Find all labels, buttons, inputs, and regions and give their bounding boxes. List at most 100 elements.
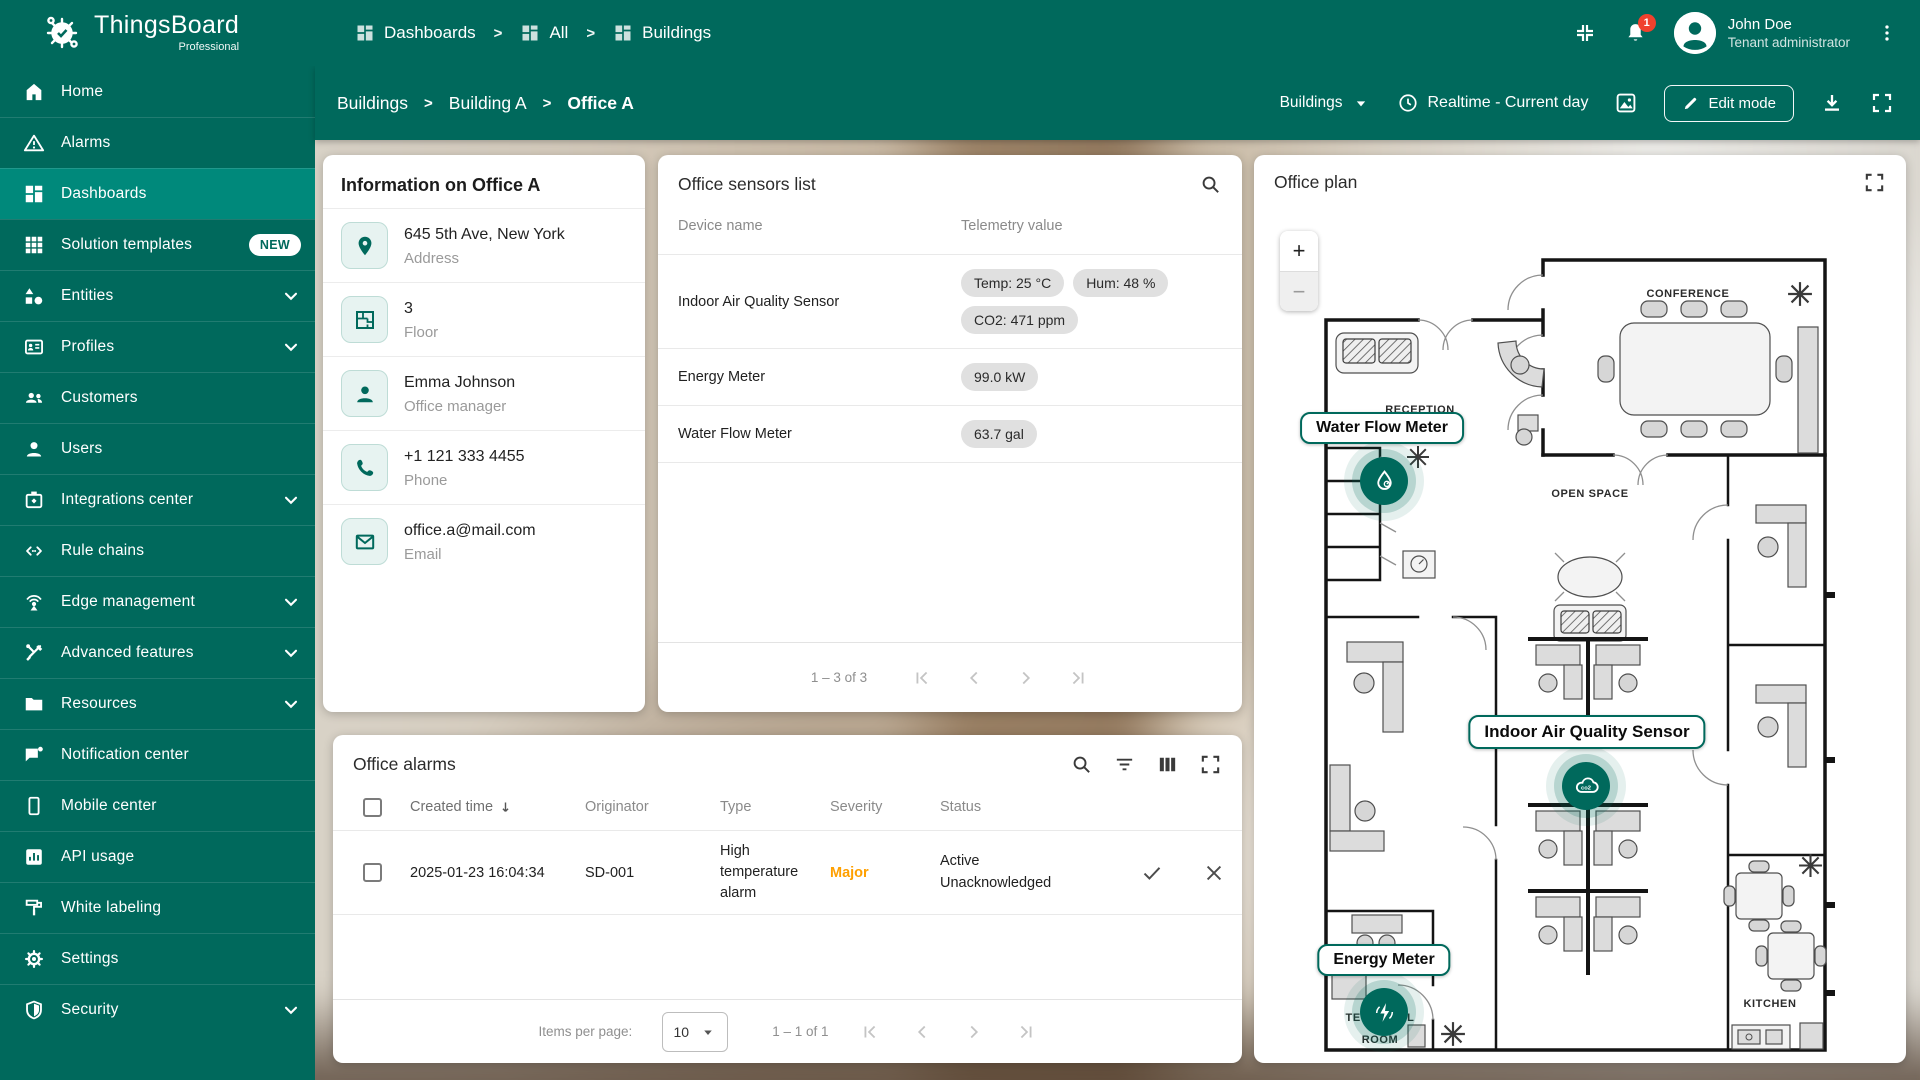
table-row[interactable]: Water Flow Meter 63.7 gal (658, 405, 1242, 463)
breadcrumb-dashboards[interactable]: Dashboards (355, 23, 476, 43)
marker-label-indoor-air-quality-sensor[interactable]: Indoor Air Quality Sensor (1468, 715, 1705, 749)
export-dashboard-button[interactable] (1820, 91, 1844, 115)
sensors-list-widget: Office sensors list Device name Telemetr… (658, 155, 1242, 712)
sidebar-item-solution-templates[interactable]: Solution templates NEW (0, 219, 315, 270)
phone-label: Phone (404, 472, 525, 489)
search-button[interactable] (1070, 753, 1093, 776)
sidebar-item-integrations-center[interactable]: Integrations center (0, 474, 315, 525)
breadcrumb: Dashboards > All > Buildings (355, 23, 711, 43)
chevron-down-icon (281, 592, 301, 612)
sidebar-item-users[interactable]: Users (0, 423, 315, 474)
fullscreen-button[interactable] (1870, 91, 1894, 115)
sidebar-item-home[interactable]: Home (0, 66, 315, 117)
water-drop-icon (1371, 468, 1398, 495)
marker-energy-meter[interactable] (1360, 988, 1408, 1036)
sidebar-item-edge-management[interactable]: Edge management (0, 576, 315, 627)
last-page-icon[interactable] (1067, 667, 1089, 689)
sidebar-item-rule-chains[interactable]: Rule chains (0, 525, 315, 576)
column-severity[interactable]: Severity (830, 799, 940, 815)
chevron-down-icon (281, 643, 301, 663)
filter-button[interactable] (1113, 753, 1136, 776)
notification-badge: 1 (1638, 14, 1656, 32)
widget-title: Office sensors list (678, 174, 816, 195)
dashboard-icon (613, 23, 633, 43)
sidebar-item-dashboards[interactable]: Dashboards (0, 168, 315, 219)
floor-value: 3 (404, 299, 438, 319)
breadcrumb-buildings[interactable]: Buildings (613, 23, 711, 43)
search-button[interactable] (1199, 173, 1222, 196)
edit-mode-button[interactable]: Edit mode (1664, 85, 1794, 122)
fullscreen-exit-icon (1573, 21, 1597, 45)
marker-indoor-air-quality-sensor[interactable]: co2 (1562, 762, 1610, 810)
new-badge: NEW (249, 234, 301, 256)
zoom-in-button[interactable]: + (1280, 231, 1318, 271)
chevron-down-icon (281, 286, 301, 306)
telemetry-chip: 63.7 gal (961, 420, 1037, 448)
floor-label: Floor (404, 324, 438, 341)
column-created-time[interactable]: Created time (410, 799, 493, 815)
collapse-view-button[interactable] (1573, 21, 1597, 45)
sidebar-item-api-usage[interactable]: API usage (0, 831, 315, 882)
entity-selector[interactable]: Buildings (1280, 93, 1371, 113)
sidebar-item-mobile-center[interactable]: Mobile center (0, 780, 315, 831)
sidebar-item-settings[interactable]: Settings (0, 933, 315, 984)
api-chart-icon (23, 846, 45, 868)
zoom-out-button[interactable]: − (1280, 271, 1318, 311)
home-icon (23, 81, 45, 103)
acknowledge-alarm-icon[interactable] (1140, 861, 1164, 885)
items-per-page-select[interactable]: 10 (662, 1012, 728, 1052)
expand-widget-button[interactable] (1199, 753, 1222, 776)
breadcrumb-building-a-link[interactable]: Building A (449, 93, 527, 114)
breadcrumb-all[interactable]: All (520, 23, 568, 43)
previous-page-icon[interactable] (911, 1021, 933, 1043)
row-checkbox[interactable] (363, 863, 382, 882)
last-page-icon[interactable] (1015, 1021, 1037, 1043)
sidebar-item-profiles[interactable]: Profiles (0, 321, 315, 372)
next-page-icon[interactable] (1015, 667, 1037, 689)
table-row[interactable]: Indoor Air Quality Sensor Temp: 25 °C Hu… (658, 254, 1242, 348)
telemetry-chip: CO2: 471 ppm (961, 306, 1078, 334)
dashboard-image-button[interactable] (1614, 91, 1638, 115)
sidebar-item-alarms[interactable]: Alarms (0, 117, 315, 168)
previous-page-icon[interactable] (963, 667, 985, 689)
table-row[interactable]: Energy Meter 99.0 kW (658, 348, 1242, 405)
column-originator[interactable]: Originator (585, 799, 720, 815)
sidebar-item-white-labeling[interactable]: White labeling (0, 882, 315, 933)
first-page-icon[interactable] (911, 667, 933, 689)
sidebar-item-security[interactable]: Security (0, 984, 315, 1035)
location-pin-icon (353, 234, 377, 258)
notifications-button[interactable]: 1 (1623, 21, 1648, 46)
marker-label-energy-meter[interactable]: Energy Meter (1317, 944, 1450, 976)
paginator: 1 – 3 of 3 (658, 642, 1242, 712)
timewindow-button[interactable]: Realtime - Current day (1397, 92, 1589, 114)
marker-label-water-flow-meter[interactable]: Water Flow Meter (1300, 412, 1464, 444)
sidebar: Home Alarms Dashboards Solution template… (0, 66, 315, 1080)
sidebar-item-customers[interactable]: Customers (0, 372, 315, 423)
user-menu[interactable]: John Doe Tenant administrator (1674, 12, 1850, 54)
alarms-widget: Office alarms Created time Originator Ty… (333, 735, 1242, 1063)
column-type[interactable]: Type (720, 799, 830, 815)
first-page-icon[interactable] (859, 1021, 881, 1043)
address-label: Address (404, 250, 565, 267)
select-all-checkbox[interactable] (363, 798, 382, 817)
alarm-row[interactable]: 2025-01-23 16:04:34 SD-001 High temperat… (333, 830, 1242, 915)
breadcrumb-buildings-link[interactable]: Buildings (337, 93, 408, 114)
thingsboard-logo[interactable]: ThingsBoard Professional (0, 11, 315, 55)
sidebar-item-advanced-features[interactable]: Advanced features (0, 627, 315, 678)
more-menu-button[interactable] (1876, 22, 1898, 44)
sidebar-item-notification-center[interactable]: Notification center (0, 729, 315, 780)
sidebar-item-resources[interactable]: Resources (0, 678, 315, 729)
next-page-icon[interactable] (963, 1021, 985, 1043)
column-status[interactable]: Status (940, 799, 1140, 815)
clock-icon (1397, 92, 1419, 114)
alarm-warning-icon (23, 132, 45, 154)
clear-alarm-icon[interactable] (1202, 861, 1226, 885)
notification-flag-icon (23, 744, 45, 766)
sort-descending-icon[interactable] (497, 799, 514, 816)
address-value: 645 5th Ave, New York (404, 225, 565, 245)
marker-water-flow-meter[interactable] (1360, 457, 1408, 505)
columns-button[interactable] (1156, 753, 1179, 776)
sidebar-item-entities[interactable]: Entities (0, 270, 315, 321)
floor-plan-icon (353, 308, 377, 332)
alarm-severity: Major (830, 865, 940, 881)
